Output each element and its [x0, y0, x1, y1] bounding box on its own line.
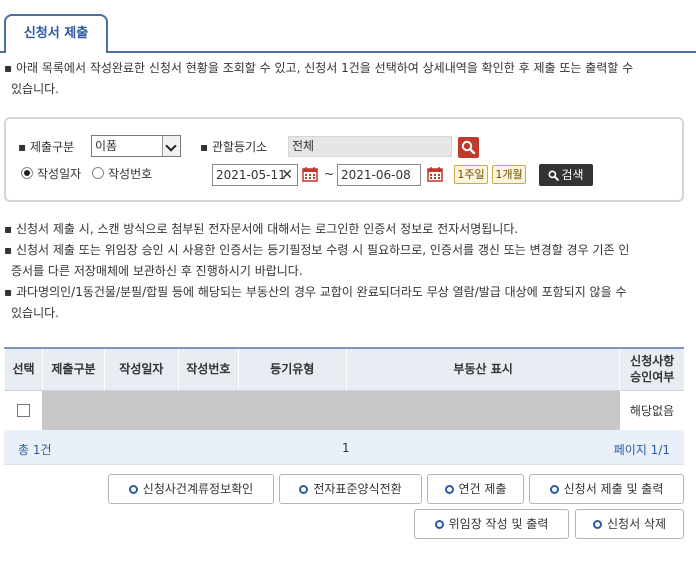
date-to-value: 2021-06-08 — [341, 168, 411, 182]
chevron-down-icon — [162, 136, 180, 156]
circle-bullet-icon — [128, 485, 138, 494]
row-checkbox[interactable] — [16, 404, 30, 417]
total-count: 총 1건 — [18, 443, 52, 457]
circle-bullet-icon — [299, 485, 309, 494]
search-panel: ▪ 제출구분 이폼 ▪ 관할등기소 전체 작성일자 작성번호 2021-05-1… — [4, 117, 684, 202]
col-registration-type: 등기유형 — [237, 347, 347, 391]
date-range-separator: ~ — [324, 167, 335, 181]
circle-bullet-icon — [549, 485, 559, 494]
col-submit-type: 제출구분 — [41, 347, 105, 391]
one-month-button[interactable]: 1개월 — [492, 165, 526, 184]
radio-by-date-label: 작성일자 — [37, 167, 82, 181]
notice-line: ▪ 신청서 제출 또는 위임장 승인 시 사용한 인증서는 등기필정보 수령 시… — [4, 243, 630, 257]
col-approval-line1: 신청사항 — [630, 354, 675, 369]
registry-office-label: ▪ 관할등기소 — [200, 140, 268, 154]
col-approval-line2: 승인여부 — [630, 370, 675, 385]
col-written-date: 작성일자 — [103, 347, 179, 391]
search-button-label: 검색 — [561, 168, 584, 182]
calendar-icon[interactable] — [302, 166, 318, 182]
power-of-attorney-label: 위임장 작성 및 출력 — [448, 517, 549, 531]
notice-line: ▪ 신청서 제출 시, 스캔 방식으로 첨부된 전자문서에 대해서는 로그인한 … — [4, 222, 519, 236]
notice-line: 있습니다. — [11, 306, 59, 320]
notice-line: 증서를 다른 저장매체에 보관하신 후 진행하시기 바랍니다. — [11, 264, 303, 278]
masked-cell — [104, 390, 179, 431]
row-select-cell — [4, 390, 43, 431]
notice-line: ▪ 과다명의인/1동건물/분필/합필 등에 해당되는 부동산의 경우 교합이 완… — [4, 285, 627, 299]
search-button[interactable]: 검색 — [539, 164, 593, 186]
one-week-button[interactable]: 1주일 — [454, 165, 488, 184]
date-to-input[interactable]: 2021-06-08 — [337, 164, 421, 186]
col-select: 선택 — [4, 347, 43, 391]
clear-icon[interactable]: ✕ — [281, 165, 293, 185]
date-from-value: 2021-05-11 — [216, 168, 286, 182]
row-approval-status: 해당없음 — [619, 390, 684, 431]
page-info: 페이지 1/1 — [613, 443, 670, 457]
registry-office-input[interactable]: 전체 — [288, 136, 452, 157]
page-number[interactable]: 1 — [342, 441, 350, 455]
intro-line-1: ▪ 아래 목록에서 작성완료한 신청서 현황을 조회할 수 있고, 신청서 1건… — [4, 61, 634, 75]
usage-notices: ▪ 신청서 제출 시, 스캔 방식으로 첨부된 전자문서에 대해서는 로그인한 … — [4, 219, 629, 324]
col-approval-status: 신청사항 승인여부 — [619, 347, 684, 391]
intro-line-2: 있습니다. — [11, 82, 59, 96]
tab-bar: 신청서 제출 — [0, 0, 696, 53]
submit-type-value: 이폼 — [95, 139, 118, 153]
search-icon — [461, 140, 476, 155]
circle-bullet-icon — [444, 485, 454, 494]
table-header-row: 선택 제출구분 작성일자 작성번호 등기유형 부동산 표시 신청사항 승인여부 — [4, 347, 684, 391]
application-table: 선택 제출구분 작성일자 작성번호 등기유형 부동산 표시 신청사항 승인여부 … — [4, 347, 684, 431]
submit-type-select[interactable]: 이폼 — [91, 135, 181, 157]
power-of-attorney-button[interactable]: 위임장 작성 및 출력 — [414, 509, 569, 539]
standard-form-convert-label: 전자표준양식전환 — [313, 482, 402, 496]
office-search-button[interactable] — [458, 137, 479, 158]
pending-case-info-label: 신청사건계류정보확인 — [142, 482, 254, 496]
delete-application-label: 신청서 삭제 — [606, 517, 666, 531]
circle-bullet-icon — [434, 520, 444, 529]
table-row: 해당없음 — [4, 390, 684, 431]
calendar-icon[interactable] — [427, 166, 443, 182]
radio-by-date[interactable] — [21, 167, 33, 179]
col-written-number: 작성번호 — [177, 347, 239, 391]
linked-submit-button[interactable]: 연건 제출 — [427, 474, 524, 504]
masked-cell — [238, 390, 347, 431]
delete-application-button[interactable]: 신청서 삭제 — [575, 509, 684, 539]
masked-cell — [42, 390, 105, 431]
table-footer: 총 1건 1 페이지 1/1 — [4, 430, 684, 465]
standard-form-convert-button[interactable]: 전자표준양식전환 — [279, 474, 422, 504]
date-from-input[interactable]: 2021-05-11 ✕ — [212, 164, 298, 186]
submit-and-print-label: 신청서 제출 및 출력 — [563, 482, 664, 496]
submit-and-print-button[interactable]: 신청서 제출 및 출력 — [529, 474, 684, 504]
circle-bullet-icon — [592, 520, 602, 529]
masked-cell — [178, 390, 239, 431]
pending-case-info-button[interactable]: 신청사건계류정보확인 — [108, 474, 274, 504]
tab-application-submit[interactable]: 신청서 제출 — [4, 14, 108, 53]
radio-by-number-label: 작성번호 — [108, 167, 153, 181]
submit-type-label: ▪ 제출구분 — [18, 140, 75, 154]
col-property-display: 부동산 표시 — [345, 347, 620, 391]
linked-submit-label: 연건 제출 — [458, 482, 507, 496]
search-icon — [548, 170, 560, 181]
radio-by-number[interactable] — [92, 167, 104, 179]
masked-cell — [346, 390, 620, 431]
intro-notice: ▪ 아래 목록에서 작성완료한 신청서 현황을 조회할 수 있고, 신청서 1건… — [4, 58, 633, 100]
